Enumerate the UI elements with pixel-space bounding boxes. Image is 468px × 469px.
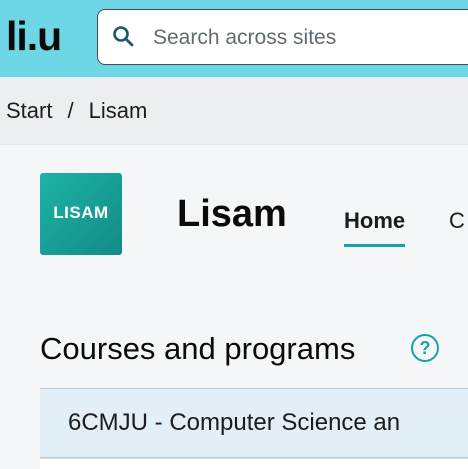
site-title: Lisam [177,193,287,235]
top-header: li.u [0,0,468,77]
main-content: LISAM Lisam Home C Courses and programs … [0,145,468,469]
help-icon[interactable]: ? [411,334,439,362]
search-input[interactable] [151,20,468,56]
tab-next[interactable]: C [449,208,465,234]
course-label: 6CMJU - Computer Science an [68,409,401,436]
lisam-logo-text: LISAM [53,203,109,222]
breadcrumb-current: Lisam [88,98,148,123]
search-icon [113,26,134,47]
tab-home[interactable]: Home [344,208,406,247]
course-row-next [40,458,468,469]
liu-logo[interactable]: li.u [6,16,62,57]
courses-section-title: Courses and programs [40,331,356,366]
course-row[interactable]: 6CMJU - Computer Science an [40,388,468,458]
breadcrumb-start[interactable]: Start [6,98,52,123]
lisam-logo: LISAM [40,173,122,255]
breadcrumb: Start / Lisam [6,98,147,124]
breadcrumb-bar: Start / Lisam [0,77,468,145]
breadcrumb-separator: / [67,98,74,123]
search-box[interactable] [97,9,468,65]
